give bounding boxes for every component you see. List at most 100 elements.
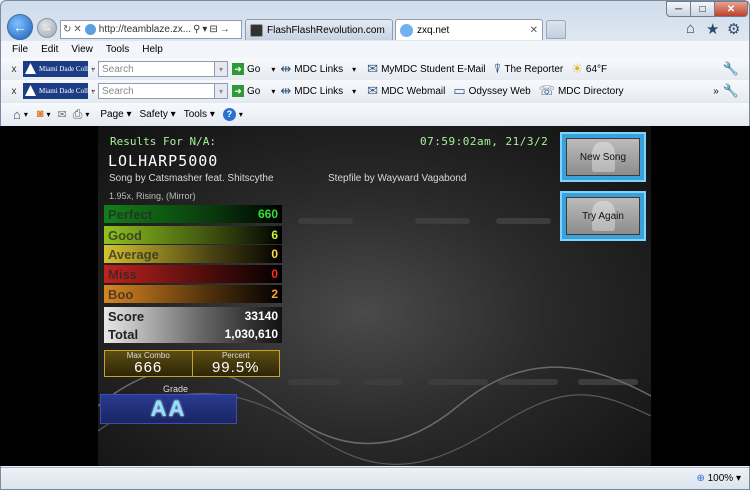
directory-link[interactable]: ☏ MDC Directory <box>539 83 624 99</box>
forward-arrow-icon: → <box>41 22 53 34</box>
max-combo-cell: Max Combo 666 <box>105 351 193 376</box>
lane-dash <box>496 218 551 224</box>
menu-bar: File Edit View Tools Help <box>1 41 749 58</box>
mdc-links-link[interactable]: ⇹ MDC Links <box>280 61 343 77</box>
links-icon: ⇹ <box>280 61 292 76</box>
address-dropdown-icon[interactable]: ▾ <box>202 24 207 35</box>
student-email-link[interactable]: ✉ MyMDC Student E-Mail <box>367 61 485 77</box>
help-dropdown-icon[interactable]: ▾ <box>236 110 246 119</box>
total-row: Total 1,030,610 <box>104 325 282 343</box>
links-dropdown-icon[interactable]: ▾ <box>349 87 359 96</box>
judgement-row-miss: Miss 0 <box>104 265 282 283</box>
status-bar: ⊕ 100% ▾ <box>1 467 749 489</box>
mdc-logo[interactable]: Miami Dade College <box>23 61 98 77</box>
menu-view[interactable]: View <box>71 44 93 55</box>
webmail-link[interactable]: ✉ MDC Webmail <box>367 83 445 99</box>
try-again-button[interactable]: Try Again <box>560 191 646 241</box>
toolbar-close-icon[interactable]: x <box>7 86 21 97</box>
compat-view-icon[interactable]: ⊟ <box>209 24 217 35</box>
search-input[interactable]: Search ▾ <box>98 83 228 99</box>
go-icon[interactable]: ➜ <box>232 85 244 97</box>
score-row: Score 33140 <box>104 307 282 325</box>
gear-icon[interactable]: ⚙ <box>727 20 740 38</box>
player-name: LOLHARP5000 <box>108 152 219 170</box>
wrench-icon[interactable]: 🔧 <box>723 61 739 77</box>
menu-tools[interactable]: Tools <box>106 44 129 55</box>
new-song-button[interactable]: New Song <box>560 132 646 182</box>
judgement-row-perfect: Perfect 660 <box>104 205 282 223</box>
judgement-row-average: Average 0 <box>104 245 282 263</box>
maximize-icon: □ <box>699 3 706 15</box>
address-bar[interactable]: ↻ ✕ http://teamblaze.zx... ⚲ ▾ ⊟ → <box>60 20 242 39</box>
menu-edit[interactable]: Edit <box>41 44 58 55</box>
go-arrow-icon[interactable]: → <box>220 24 230 35</box>
command-bar: ⌂ ▾ ◙ ▾ ✉ ⎙ ▾ Page ▾ Safety ▾ Tools ▾ ? … <box>1 103 749 125</box>
print-icon[interactable]: ⎙ <box>73 107 83 122</box>
timestamp: 07:59:02am, 21/3/2 <box>420 135 549 148</box>
ie-page-icon <box>84 24 96 35</box>
judgement-label: Average <box>108 246 159 262</box>
back-button[interactable]: ← <box>7 14 33 40</box>
modifiers: 1.95x, Rising, (Mirror) <box>109 191 196 201</box>
home-dropdown-icon[interactable]: ▾ <box>21 110 31 119</box>
help-icon[interactable]: ? <box>222 107 236 121</box>
new-song-button-face[interactable]: New Song <box>566 138 640 176</box>
tools-menu[interactable]: Tools ▾ <box>184 109 215 120</box>
favorites-star-icon[interactable]: ★ <box>706 20 719 38</box>
feeds-dropdown-icon[interactable]: ▾ <box>44 110 54 119</box>
tab-close-icon[interactable]: ✕ <box>530 25 538 36</box>
weather-icon: ☀ <box>571 61 583 76</box>
go-icon[interactable]: ➜ <box>232 63 244 75</box>
chevron-more-icon[interactable]: » <box>713 86 719 97</box>
search-dropdown-icon[interactable]: ▾ <box>214 62 227 76</box>
weather-link[interactable]: ☀ 64°F <box>571 61 607 77</box>
search-dropdown-icon[interactable]: ▾ <box>214 84 227 98</box>
safety-menu[interactable]: Safety ▾ <box>140 109 176 120</box>
refresh-icon[interactable]: ↻ <box>63 24 71 35</box>
tab-label: zxq.net <box>417 24 450 36</box>
links-dropdown-icon[interactable]: ▾ <box>349 65 359 74</box>
toolbar-close-icon[interactable]: x <box>7 64 21 75</box>
new-tab-button[interactable] <box>546 20 566 39</box>
close-window-button[interactable]: ✕ <box>714 1 748 17</box>
score-label: Score <box>108 308 145 324</box>
wrench-icon[interactable]: 🔧 <box>723 83 739 99</box>
go-button[interactable]: Go <box>247 64 260 75</box>
combo-percent-box: Max Combo 666 Percent 99.5% <box>104 350 280 377</box>
go-dropdown-icon[interactable]: ▾ <box>268 65 278 74</box>
judgement-value: 6 <box>271 228 278 242</box>
tab-zxq[interactable]: zxq.net ✕ <box>395 19 543 40</box>
go-dropdown-icon[interactable]: ▾ <box>268 87 278 96</box>
print-dropdown-icon[interactable]: ▾ <box>82 110 92 119</box>
address-text[interactable]: http://teamblaze.zx... <box>99 24 191 35</box>
home-icon[interactable]: ⌂ <box>686 20 695 37</box>
search-icon[interactable]: ⚲ <box>193 24 200 35</box>
odyssey-link[interactable]: ▭ Odyssey Web <box>453 83 530 99</box>
try-again-button-face[interactable]: Try Again <box>566 197 640 235</box>
book-icon: ⇹ <box>280 83 292 98</box>
tab-flashflashrevolution[interactable]: FlashFlashRevolution.com <box>245 19 393 40</box>
menu-file[interactable]: File <box>12 44 28 55</box>
zoom-control[interactable]: ⊕ 100% ▾ <box>696 473 741 484</box>
minimize-button[interactable]: ─ <box>666 1 691 17</box>
feeds-icon[interactable]: ◙ <box>37 108 44 120</box>
back-arrow-icon: ← <box>13 19 27 35</box>
mail-icon[interactable]: ✉ <box>58 108 67 121</box>
go-button[interactable]: Go <box>247 86 260 97</box>
judgement-value: 0 <box>271 267 278 281</box>
search-input[interactable]: Search ▾ <box>98 61 228 77</box>
close-icon[interactable]: ✕ <box>73 24 81 35</box>
page-menu[interactable]: Page ▾ <box>100 109 131 120</box>
forward-button[interactable]: → <box>37 18 57 38</box>
stepfile-credit: Stepfile by Wayward Vagabond <box>328 173 467 184</box>
mdc-links-link[interactable]: ⇹ MDC Links <box>280 83 343 99</box>
home-icon[interactable]: ⌂ <box>13 107 21 122</box>
menu-help[interactable]: Help <box>142 44 163 55</box>
folder-icon: ▭ <box>453 83 466 98</box>
mdc-toolbar-1: x Miami Dade College ▾ Search ▾ ➜ Go ▾ ⇹ M… <box>1 58 749 80</box>
song-credit: Song by Catsmasher feat. Shitscythe <box>109 173 274 184</box>
close-icon: ✕ <box>726 3 736 15</box>
mdc-logo[interactable]: Miami Dade College <box>23 83 98 99</box>
reporter-link[interactable]: ⍒ The Reporter <box>494 61 564 77</box>
maximize-button[interactable]: □ <box>690 1 715 17</box>
